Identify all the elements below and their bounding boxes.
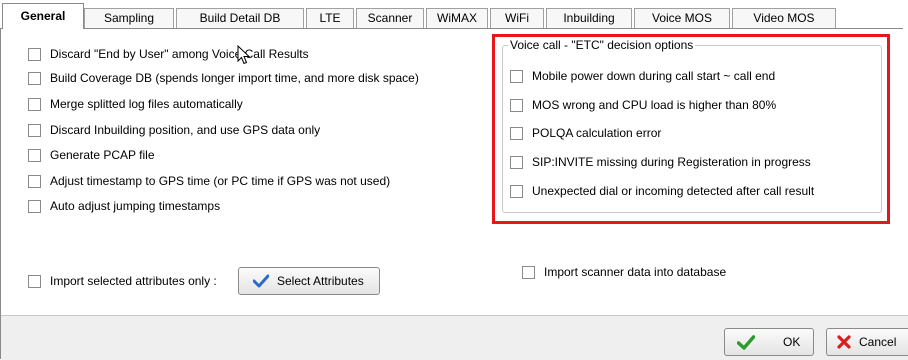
checkmark-icon [253,274,269,288]
option-adjust-timestamp-gps[interactable]: Adjust timestamp to GPS time (or PC time… [28,172,390,190]
checkbox[interactable] [28,71,41,85]
option-import-scanner-data[interactable]: Import scanner data into database [522,263,726,281]
tab-wifi[interactable]: WiFi [490,8,544,28]
tab-wimax[interactable]: WiMAX [426,8,488,28]
option-label: Discard Inbuilding position, and use GPS… [50,123,321,137]
tab-voice-mos[interactable]: Voice MOS [634,8,730,28]
tab-scanner[interactable]: Scanner [356,8,424,28]
option-label: Discard "End by User" among Voice Call R… [50,47,309,61]
close-icon [837,335,851,349]
tab-inbuilding[interactable]: Inbuilding [546,8,632,28]
checkbox[interactable] [28,123,41,137]
tab-bar: General Sampling Build Detail DB LTE Sca… [0,0,908,29]
option-label: Build Coverage DB (spends longer import … [50,71,419,85]
tab-general[interactable]: General [2,3,84,29]
option-label: Import scanner data into database [544,265,727,279]
checkmark-icon [737,334,755,350]
tab-build-detail-db[interactable]: Build Detail DB [176,8,304,28]
checkbox[interactable] [28,97,41,111]
option-merge-splitted-logs[interactable]: Merge splitted log files automatically [28,95,243,113]
checkbox[interactable] [28,47,41,61]
checkbox[interactable] [28,148,41,162]
option-label: Generate PCAP file [50,148,155,162]
checkbox[interactable] [28,274,41,288]
select-attributes-label: Select Attributes [277,274,364,288]
option-discard-inbuilding-position[interactable]: Discard Inbuilding position, and use GPS… [28,121,320,139]
option-discard-end-by-user[interactable]: Discard "End by User" among Voice Call R… [28,45,309,63]
cancel-button[interactable]: Cancel [826,328,908,356]
option-auto-adjust-timestamps[interactable]: Auto adjust jumping timestamps [28,197,220,215]
tab-video-mos[interactable]: Video MOS [732,8,836,28]
option-label: Auto adjust jumping timestamps [50,199,221,213]
tab-sampling[interactable]: Sampling [84,8,174,28]
option-label: Import selected attributes only : [50,274,217,288]
option-generate-pcap[interactable]: Generate PCAP file [28,146,155,164]
checkbox[interactable] [28,174,41,188]
highlight-box [492,34,890,224]
option-label: Merge splitted log files automatically [50,97,243,111]
mouse-cursor-icon [237,45,251,65]
ok-button[interactable]: OK [724,328,814,356]
cancel-label: Cancel [859,335,897,349]
option-label: Adjust timestamp to GPS time (or PC time… [50,174,391,188]
checkbox[interactable] [522,265,535,279]
ok-label: OK [783,335,801,349]
option-import-selected-attributes[interactable]: Import selected attributes only : [28,272,217,290]
tab-lte[interactable]: LTE [306,8,354,28]
checkbox[interactable] [28,199,41,213]
option-build-coverage-db[interactable]: Build Coverage DB (spends longer import … [28,69,419,87]
select-attributes-button[interactable]: Select Attributes [238,267,380,295]
